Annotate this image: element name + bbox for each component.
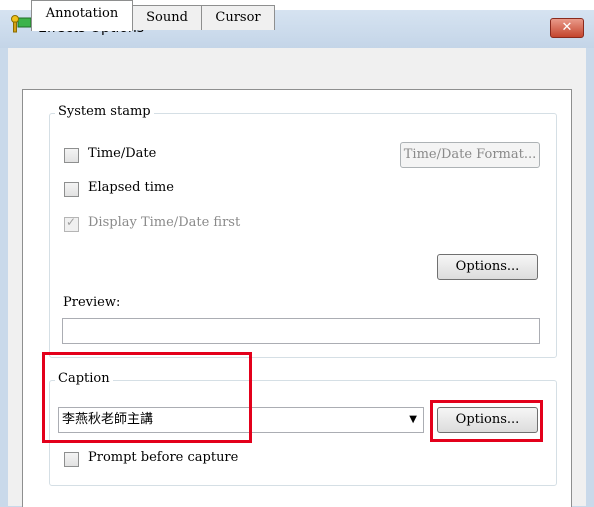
caption-legend: Caption bbox=[55, 371, 113, 386]
caption-group bbox=[49, 380, 557, 486]
time-date-format-button[interactable]: Time/Date Format... bbox=[400, 142, 540, 168]
tab-sound[interactable]: Sound bbox=[131, 5, 203, 30]
stamp-options-button[interactable]: Options... bbox=[437, 254, 538, 280]
display-first-label: Display Time/Date first bbox=[88, 215, 241, 230]
time-date-label: Time/Date bbox=[88, 146, 157, 161]
elapsed-time-label: Elapsed time bbox=[88, 180, 174, 195]
prompt-before-capture-label: Prompt before capture bbox=[88, 450, 239, 465]
caption-options-button[interactable]: Options... bbox=[437, 407, 538, 433]
chevron-down-icon[interactable]: ▼ bbox=[409, 408, 417, 432]
close-icon: ✕ bbox=[561, 20, 573, 35]
display-first-checkbox[interactable] bbox=[64, 215, 79, 232]
close-button[interactable]: ✕ bbox=[550, 18, 584, 38]
tab-cursor[interactable]: Cursor bbox=[201, 5, 275, 30]
prompt-before-capture-checkbox[interactable] bbox=[64, 452, 79, 467]
caption-value: 李燕秋老師主講 bbox=[62, 412, 154, 427]
preview-field[interactable] bbox=[62, 318, 540, 344]
tab-annotation[interactable]: Annotation bbox=[31, 0, 133, 31]
elapsed-time-checkbox[interactable] bbox=[64, 182, 79, 197]
app-icon bbox=[11, 15, 32, 33]
preview-label: Preview: bbox=[63, 295, 121, 310]
system-stamp-legend: System stamp bbox=[55, 104, 154, 119]
caption-combobox[interactable]: 李燕秋老師主講 ▼ bbox=[58, 407, 424, 433]
time-date-checkbox[interactable] bbox=[64, 148, 79, 163]
